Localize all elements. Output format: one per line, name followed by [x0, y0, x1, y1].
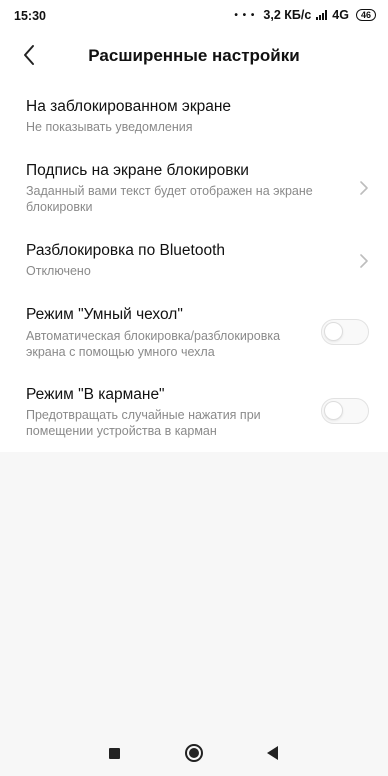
setting-subtitle-line2: экрана с помощью умного чехла — [26, 345, 215, 359]
page-title: Расширенные настройки — [88, 46, 300, 65]
setting-subtitle-line1: Предотвращать случайные нажатия при — [26, 408, 261, 422]
setting-smart-cover[interactable]: Режим "Умный чехол" Автоматическая блоки… — [0, 296, 388, 366]
setting-subtitle: Не показывать уведомления — [26, 120, 193, 134]
setting-subtitle: Отключено — [26, 264, 91, 278]
network-type: 4G — [332, 8, 349, 22]
smart-cover-toggle[interactable] — [321, 319, 369, 345]
status-indicators: • • • 3,2 КБ/с 4G 46 — [234, 8, 376, 22]
toggle-knob — [324, 322, 343, 341]
signal-icon — [316, 10, 328, 20]
setting-bluetooth-unlock[interactable]: Разблокировка по Bluetooth Отключено — [0, 231, 388, 287]
toggle-knob — [324, 401, 343, 420]
setting-subtitle-line2: блокировки — [26, 200, 93, 214]
home-button[interactable] — [179, 740, 209, 766]
setting-title: Режим "В кармане" — [26, 386, 165, 403]
setting-lock-screen-signature[interactable]: Подпись на экране блокировки Заданный ва… — [0, 152, 388, 222]
recents-square-icon — [109, 748, 120, 759]
setting-title: Разблокировка по Bluetooth — [26, 242, 226, 259]
setting-subtitle-line1: Заданный вами текст будет отображен на э… — [26, 184, 313, 198]
setting-lock-screen-notifications[interactable]: На заблокированном экране Не показывать … — [0, 88, 388, 144]
status-bar: 15:30 • • • 3,2 КБ/с 4G 46 — [0, 0, 388, 30]
chevron-right-icon — [360, 181, 368, 195]
battery-icon: 46 — [355, 9, 376, 21]
back-nav-button[interactable] — [258, 740, 288, 766]
home-circle-icon — [185, 744, 203, 762]
navigation-bar — [0, 730, 388, 776]
status-time: 15:30 — [14, 9, 46, 23]
header: Расширенные настройки — [0, 36, 388, 76]
status-dots: • • • — [234, 9, 256, 21]
recents-button[interactable] — [99, 740, 129, 766]
back-triangle-icon — [267, 746, 278, 760]
battery-level: 46 — [360, 10, 371, 20]
setting-subtitle-line2: помещении устройства в карман — [26, 424, 217, 438]
setting-title: На заблокированном экране — [26, 98, 232, 115]
setting-title: Подпись на экране блокировки — [26, 162, 249, 179]
setting-title: Режим "Умный чехол" — [26, 306, 183, 323]
chevron-right-icon — [360, 254, 368, 268]
pocket-mode-toggle[interactable] — [321, 398, 369, 424]
setting-subtitle-line1: Автоматическая блокировка/разблокировка — [26, 329, 281, 343]
screen: 15:30 • • • 3,2 КБ/с 4G 46 Расширенные н… — [0, 0, 388, 776]
network-speed: 3,2 КБ/с — [263, 8, 312, 22]
setting-pocket-mode[interactable]: Режим "В кармане" Предотвращать случайны… — [0, 376, 388, 446]
